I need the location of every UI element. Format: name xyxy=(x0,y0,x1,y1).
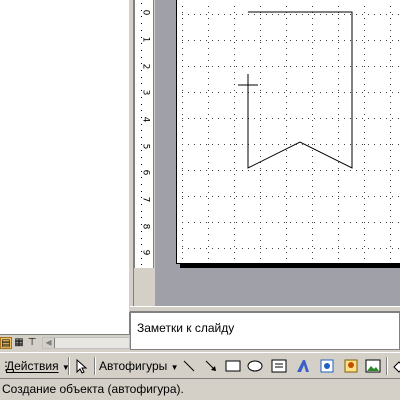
fill-color-button[interactable] xyxy=(390,357,400,375)
oval-button[interactable] xyxy=(246,357,264,375)
ruler-tick xyxy=(141,157,142,159)
ruler-tick xyxy=(141,90,142,92)
ruler-tick xyxy=(141,204,142,205)
actions-label: Действия xyxy=(6,359,59,373)
ruler-tick xyxy=(141,43,142,45)
slides-panel[interactable] xyxy=(0,0,130,334)
banner-autoshape xyxy=(247,11,353,169)
ruler-tick xyxy=(141,183,142,185)
slide-show-view-button[interactable]: ⊤ xyxy=(26,337,38,349)
normal-view-icon: ▤ xyxy=(1,338,11,349)
rectangle-icon xyxy=(225,360,241,372)
slide-drawing[interactable] xyxy=(176,0,400,264)
clip-art-icon xyxy=(344,359,358,373)
ruler-tick xyxy=(141,230,142,232)
ruler-tick xyxy=(141,210,142,212)
ruler-tick xyxy=(141,163,142,165)
arrow-icon xyxy=(205,360,216,371)
ruler-tick xyxy=(141,250,142,252)
ruler-tick xyxy=(141,3,142,4)
text-box-button[interactable] xyxy=(270,357,288,375)
toolbar-separator xyxy=(94,357,96,375)
text-box-icon xyxy=(271,359,287,373)
notes-placeholder: Заметки к слайду xyxy=(137,321,235,335)
diagram-icon xyxy=(320,359,334,373)
toolbar-separator xyxy=(68,357,70,375)
vertical-ruler: 0 1 2 3 4 5 6 7 8 9 xyxy=(134,0,154,268)
clip-art-button[interactable] xyxy=(342,357,360,375)
ruler-tick xyxy=(141,103,142,105)
slide-sorter-icon: ▦ xyxy=(14,337,24,348)
horizontal-scrollbar[interactable]: ◀ xyxy=(42,337,130,349)
ruler-tick xyxy=(141,217,142,219)
ruler-tick xyxy=(141,16,142,18)
actions-menu[interactable]: Действия ▼ xyxy=(6,357,70,375)
ruler-tick xyxy=(141,83,142,85)
ruler-tick xyxy=(141,143,142,145)
wordart-icon xyxy=(297,360,309,372)
ruler-tick xyxy=(141,49,142,51)
ruler-tick xyxy=(141,116,142,118)
notes-pane[interactable]: Заметки к слайду xyxy=(130,312,400,350)
slide-show-icon: ⊤ xyxy=(27,337,37,348)
scroll-left-button[interactable]: ◀ xyxy=(43,338,55,348)
drawing-toolbar: ⋮ Действия ▼ Автофигуры ▼ xyxy=(0,352,400,378)
ruler-tick xyxy=(141,76,142,78)
ruler-tick xyxy=(141,197,142,199)
ruler-tick xyxy=(141,224,142,226)
ruler-tick xyxy=(141,237,142,239)
ruler-tick xyxy=(141,244,142,246)
select-objects-button[interactable] xyxy=(72,357,90,375)
ruler-tick xyxy=(141,130,142,132)
line-icon xyxy=(183,360,195,372)
status-bar: Создание объекта (автофигура). xyxy=(0,378,400,400)
slide-shadow xyxy=(180,264,400,268)
grid-dots xyxy=(182,6,399,259)
arrow-button[interactable] xyxy=(202,357,220,375)
picture-icon xyxy=(365,359,381,373)
arrow-left-icon: ◀ xyxy=(45,338,52,347)
ruler-tick xyxy=(141,70,142,71)
status-text: Создание объекта (автофигура). xyxy=(2,382,184,396)
dropdown-arrow-icon: ▼ xyxy=(170,363,179,372)
oval-icon xyxy=(247,360,263,372)
diagram-button[interactable] xyxy=(318,357,336,375)
ruler-tick xyxy=(141,36,142,38)
ruler-tick xyxy=(141,29,142,31)
ruler-tick xyxy=(141,56,142,58)
pointer-icon xyxy=(76,358,88,374)
ruler-tick xyxy=(141,110,142,112)
rectangle-button[interactable] xyxy=(224,357,242,375)
ruler-tick xyxy=(141,177,142,179)
ruler-tick xyxy=(141,150,142,152)
slide-sorter-view-button[interactable]: ▦ xyxy=(13,337,25,349)
fill-color-icon xyxy=(393,361,400,373)
toolbar-separator xyxy=(386,357,388,375)
ruler-tick xyxy=(141,23,142,25)
ruler-tick xyxy=(141,63,142,65)
ruler-tick xyxy=(141,96,142,98)
ruler-tick xyxy=(141,9,142,11)
ruler-tick xyxy=(141,190,142,192)
ruler-tick xyxy=(141,123,142,125)
ruler-tick xyxy=(141,257,142,259)
insert-picture-button[interactable] xyxy=(364,357,382,375)
autoshapes-label: Автофигуры xyxy=(99,359,168,373)
wordart-button[interactable] xyxy=(294,357,312,375)
ruler-tick xyxy=(141,264,142,266)
line-button[interactable] xyxy=(180,357,198,375)
normal-view-button[interactable]: ▤ xyxy=(0,337,12,349)
ruler-tick xyxy=(141,170,142,172)
autoshapes-menu[interactable]: Автофигуры ▼ xyxy=(99,357,179,375)
ruler-tick xyxy=(141,137,142,138)
